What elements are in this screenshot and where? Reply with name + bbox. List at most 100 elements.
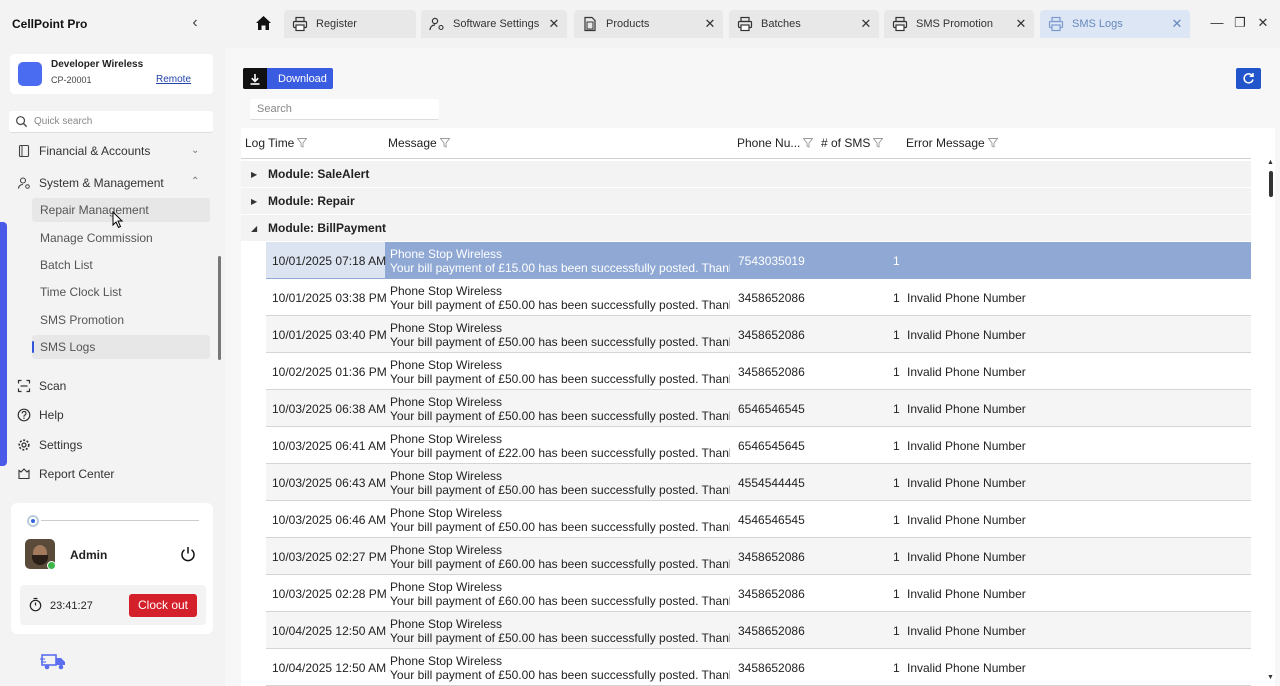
cell-message-body: Your bill payment of £50.00 has been suc… (390, 520, 730, 534)
table-row[interactable]: 10/01/2025 03:38 PM Phone Stop Wireless … (266, 279, 1251, 316)
column-sms-count[interactable]: # of SMS (821, 136, 884, 150)
refresh-button[interactable] (1236, 68, 1261, 89)
table-row[interactable]: 10/03/2025 02:28 PM Phone Stop Wireless … (266, 575, 1251, 612)
close-icon[interactable]: ✕ (703, 17, 717, 31)
nav-scan[interactable]: Scan (17, 375, 66, 397)
download-label: Download (278, 72, 327, 85)
nav-settings-label: Settings (39, 438, 83, 452)
delivery-truck-icon[interactable] (40, 651, 68, 671)
cell-error: Invalid Phone Number (907, 291, 1026, 305)
cell-log-time: 10/03/2025 02:28 PM (272, 587, 387, 601)
store-avatar (18, 62, 42, 86)
cell-log-time: 10/02/2025 01:36 PM (272, 365, 387, 379)
grid-scrollbar[interactable]: ▲ ▼ (1267, 159, 1275, 686)
table-row[interactable]: 10/03/2025 06:46 AM Phone Stop Wireless … (266, 501, 1251, 538)
tab-register[interactable]: Register (284, 10, 416, 38)
nav-system-label: System & Management (39, 176, 164, 190)
tab-home[interactable] (250, 9, 276, 37)
close-icon[interactable]: ✕ (1014, 17, 1028, 31)
filter-icon[interactable] (439, 138, 450, 148)
close-icon[interactable]: ✕ (547, 17, 561, 31)
tab-products[interactable]: Products ✕ (574, 10, 723, 38)
filter-icon[interactable] (987, 138, 998, 148)
group-row-billpayment[interactable]: ◢ Module: BillPayment (241, 215, 1251, 242)
cell-error: Invalid Phone Number (907, 328, 1026, 342)
sub-item-sms-promotion[interactable]: SMS Promotion (32, 308, 210, 332)
cell-log-time: 10/03/2025 06:41 AM (272, 439, 387, 453)
minimize-button[interactable]: — (1208, 14, 1226, 32)
tab-software-settings[interactable]: Software Settings ✕ (421, 10, 567, 38)
download-button[interactable]: Download (243, 68, 333, 89)
tab-sms-promotion-label: SMS Promotion (916, 18, 994, 30)
table-row[interactable]: 10/03/2025 06:43 AM Phone Stop Wireless … (266, 464, 1251, 501)
column-phone-number[interactable]: Phone Nu... (737, 136, 814, 150)
sub-item-time-clock-list[interactable]: Time Clock List (32, 280, 210, 304)
cell-log-time: 10/03/2025 06:43 AM (272, 476, 387, 490)
search-icon (16, 116, 28, 128)
store-name: Developer Wireless (51, 59, 144, 70)
nav-report-center[interactable]: Report Center (17, 463, 114, 485)
scrollbar-thumb[interactable] (1269, 171, 1273, 197)
close-icon[interactable]: ✕ (1170, 17, 1184, 31)
group-row-salealert[interactable]: ▶ Module: SaleAlert (241, 161, 1251, 188)
cell-sms-count: 1 (893, 402, 900, 416)
search-input[interactable] (250, 99, 439, 119)
cell-message-body: Your bill payment of £60.00 has been suc… (390, 557, 730, 571)
tab-sms-promotion[interactable]: SMS Promotion ✕ (884, 10, 1034, 38)
filter-icon[interactable] (297, 138, 308, 148)
nav-system-management[interactable]: System & Management (17, 172, 164, 194)
sub-item-sms-logs[interactable]: SMS Logs (32, 335, 210, 359)
chevron-up-icon: ⌃ (191, 176, 200, 187)
cell-phone: 3458652086 (738, 661, 805, 675)
remote-link[interactable]: Remote (156, 74, 191, 85)
table-row[interactable]: 10/01/2025 03:40 PM Phone Stop Wireless … (266, 316, 1251, 353)
restore-button[interactable]: ❐ (1231, 14, 1249, 32)
quick-search-input[interactable]: Quick search (9, 111, 213, 133)
table-row[interactable]: 10/03/2025 06:38 AM Phone Stop Wireless … (266, 390, 1251, 427)
cell-message-body: Your bill payment of £50.00 has been suc… (390, 409, 730, 423)
power-icon[interactable] (179, 545, 197, 563)
clock-out-button[interactable]: Clock out (129, 594, 197, 617)
nav-financial-label: Financial & Accounts (39, 144, 151, 158)
sub-item-manage-commission[interactable]: Manage Commission (32, 226, 210, 250)
cell-message-sender: Phone Stop Wireless (390, 617, 503, 631)
table-row[interactable]: 10/04/2025 12:50 AM Phone Stop Wireless … (266, 612, 1251, 649)
nav-help-label: Help (39, 408, 64, 422)
column-message-label: Message (388, 136, 437, 150)
column-log-time[interactable]: Log Time (245, 136, 308, 150)
column-error-message[interactable]: Error Message (906, 136, 998, 150)
tab-sms-logs[interactable]: SMS Logs ✕ (1040, 10, 1190, 38)
table-row[interactable]: 10/01/2025 07:18 AM Phone Stop Wireless … (266, 242, 1251, 279)
filter-icon[interactable] (873, 138, 884, 148)
scan-icon (17, 379, 31, 393)
nav-financial-accounts[interactable]: Financial & Accounts (17, 140, 150, 162)
close-icon[interactable]: ✕ (859, 17, 873, 31)
scroll-up-icon[interactable]: ▲ (1267, 159, 1274, 166)
main-content: Download Log Time Message Phone Nu... # … (225, 48, 1280, 686)
printer-icon (892, 16, 908, 32)
column-log-time-label: Log Time (245, 136, 295, 150)
tab-batches[interactable]: Batches ✕ (729, 10, 879, 38)
nav-help[interactable]: Help (17, 404, 64, 426)
cell-sms-count: 1 (893, 513, 900, 527)
table-row[interactable]: 10/04/2025 12:50 AM Phone Stop Wireless … (266, 649, 1251, 686)
collapse-sidebar-button[interactable]: ‹ (186, 14, 204, 32)
table-row[interactable]: 10/03/2025 06:41 AM Phone Stop Wireless … (266, 427, 1251, 464)
cell-message-sender: Phone Stop Wireless (390, 543, 503, 557)
table-row[interactable]: 10/03/2025 02:27 PM Phone Stop Wireless … (266, 538, 1251, 575)
filter-icon[interactable] (803, 138, 814, 148)
table-row[interactable]: 10/02/2025 01:36 PM Phone Stop Wireless … (266, 353, 1251, 390)
cell-phone: 3458652086 (738, 550, 805, 564)
group-row-repair[interactable]: ▶ Module: Repair (241, 188, 1251, 215)
close-window-button[interactable]: ✕ (1254, 14, 1272, 32)
quick-search-placeholder: Quick search (34, 116, 93, 127)
nav-settings[interactable]: Settings (17, 434, 82, 456)
restore-icon: ❐ (1234, 15, 1246, 30)
cell-message-body: Your bill payment of £50.00 has been suc… (390, 668, 730, 682)
scroll-down-icon[interactable]: ▼ (1267, 674, 1274, 681)
cell-sms-count: 1 (893, 291, 900, 305)
column-message[interactable]: Message (388, 136, 450, 150)
sub-item-batch-list[interactable]: Batch List (32, 253, 210, 277)
sidebar-scrollbar[interactable] (218, 256, 221, 360)
home-icon (255, 16, 271, 30)
